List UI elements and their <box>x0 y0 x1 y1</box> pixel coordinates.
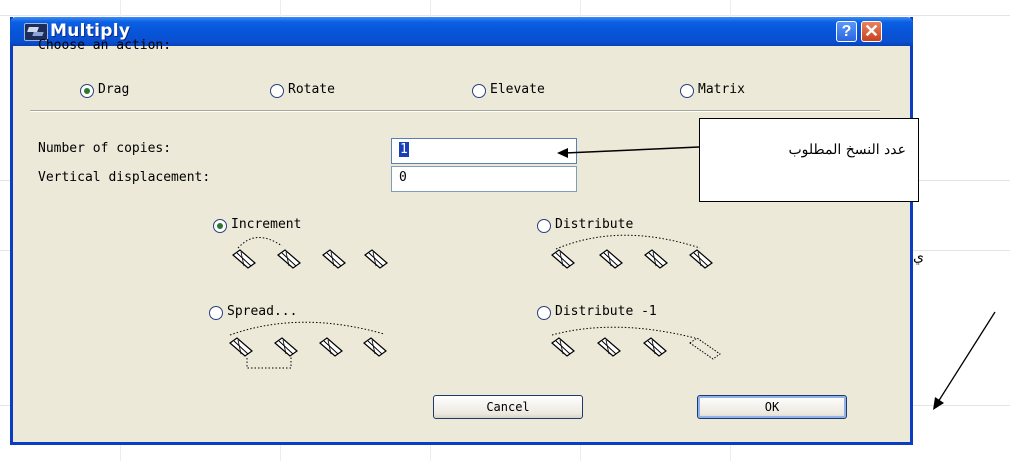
increment-illustration-icon <box>232 237 388 269</box>
side-mark: ي <box>913 249 924 265</box>
distribute-illustration-icon <box>551 234 713 269</box>
spread-illustration-icon <box>229 321 387 369</box>
ok-pointer-arrow <box>933 311 996 410</box>
callout-arrow <box>557 146 700 158</box>
distribute-minus-one-illustration-icon <box>551 326 721 360</box>
cancel-button[interactable]: Cancel <box>433 395 583 419</box>
callout-text: عدد النسخ المطلوب <box>788 142 906 158</box>
mode-illustrations <box>229 146 996 410</box>
ok-button[interactable]: OK <box>697 395 847 419</box>
callout-box <box>699 118 919 202</box>
